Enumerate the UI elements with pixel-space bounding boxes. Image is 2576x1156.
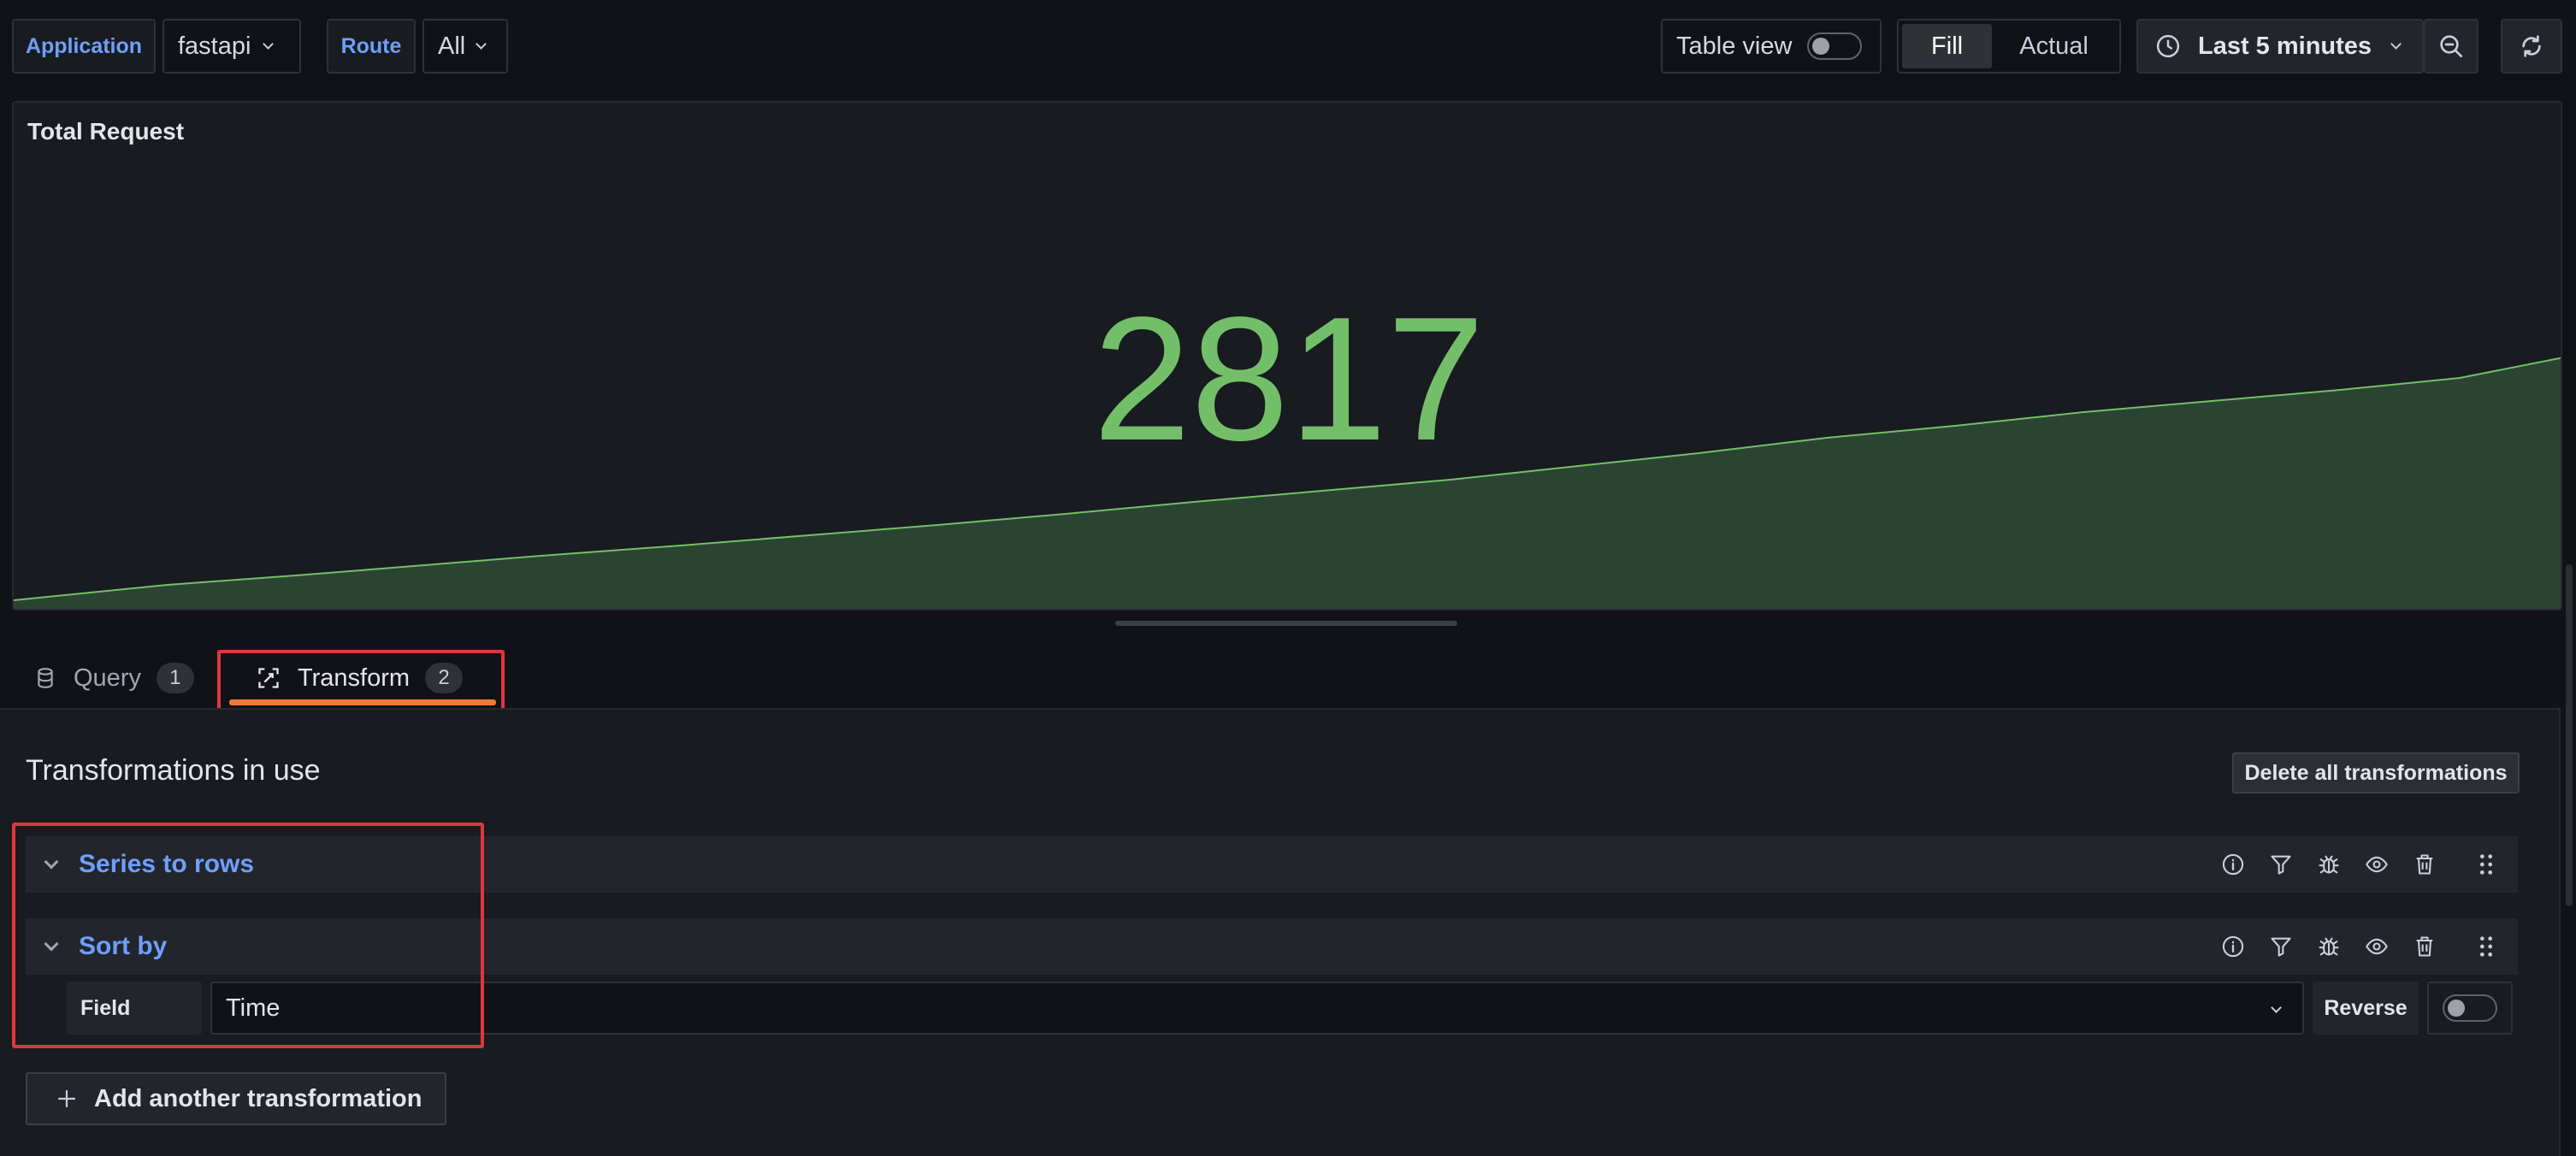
delete-all-transformations-button[interactable]: Delete all transformations	[2232, 752, 2520, 793]
transformations-highlight	[12, 823, 484, 1048]
fill-option[interactable]: Fill	[1902, 24, 1993, 68]
bug-icon[interactable]	[2314, 932, 2343, 961]
reverse-toggle-container	[2427, 982, 2513, 1035]
stat-value: 2817	[1092, 280, 1486, 477]
reverse-label: Reverse	[2313, 982, 2419, 1035]
chevron-down-icon	[476, 38, 487, 50]
time-range-label: Last 5 minutes	[2198, 32, 2372, 60]
reverse-switch[interactable]	[2443, 994, 2497, 1022]
add-transformation-label: Add another transformation	[94, 1084, 422, 1112]
bug-icon[interactable]	[2314, 850, 2343, 879]
filter-icon[interactable]	[2266, 850, 2295, 879]
info-icon[interactable]	[2219, 932, 2248, 961]
filter-icon[interactable]	[2266, 932, 2295, 961]
database-icon	[38, 668, 53, 688]
fill-actual-radio-group: Fill Actual	[1897, 19, 2121, 74]
drag-handle-icon[interactable]	[2472, 932, 2501, 961]
zoom-out-icon	[2440, 35, 2463, 58]
scrollbar[interactable]	[2566, 564, 2573, 906]
transformations-heading: Transformations in use	[26, 754, 321, 787]
eye-icon[interactable]	[2362, 932, 2391, 961]
refresh-button[interactable]	[2501, 19, 2562, 74]
application-variable-label: Application	[12, 19, 156, 74]
trash-icon[interactable]	[2410, 932, 2439, 961]
plus-icon	[57, 1089, 76, 1108]
transformation-actions	[2219, 836, 2501, 893]
table-view-label: Table view	[1676, 32, 1793, 60]
route-select[interactable]: All	[422, 19, 508, 74]
refresh-icon	[2522, 35, 2541, 57]
clock-icon	[2156, 34, 2180, 58]
tab-query[interactable]: Query 1	[34, 655, 194, 701]
eye-icon[interactable]	[2362, 850, 2391, 879]
chevron-down-icon	[2390, 38, 2402, 50]
chevron-down-icon	[263, 38, 275, 50]
add-transformation-button[interactable]: Add another transformation	[26, 1072, 446, 1125]
route-select-value: All	[438, 32, 466, 60]
drag-handle-icon[interactable]	[2472, 850, 2501, 879]
chevron-down-icon	[2271, 1002, 2282, 1013]
tab-query-label: Query	[74, 664, 141, 692]
table-view-switch[interactable]	[1807, 32, 1863, 60]
transformation-actions	[2219, 918, 2501, 975]
sort-field-select[interactable]: Time	[210, 982, 2304, 1035]
time-range-picker[interactable]: Last 5 minutes	[2136, 19, 2424, 74]
info-icon[interactable]	[2219, 850, 2248, 879]
total-request-panel: Total Request 2817	[12, 101, 2562, 610]
panel-resize-handle[interactable]	[1115, 621, 1457, 626]
trash-icon[interactable]	[2410, 850, 2439, 879]
route-variable-label: Route	[327, 19, 416, 74]
actual-option[interactable]: Actual	[1992, 24, 2116, 68]
application-select[interactable]: fastapi	[162, 19, 301, 74]
zoom-out-button[interactable]	[2424, 19, 2479, 74]
tab-query-count: 1	[156, 663, 194, 693]
table-view-toggle[interactable]: Table view	[1661, 19, 1882, 74]
application-select-value: fastapi	[178, 32, 251, 60]
